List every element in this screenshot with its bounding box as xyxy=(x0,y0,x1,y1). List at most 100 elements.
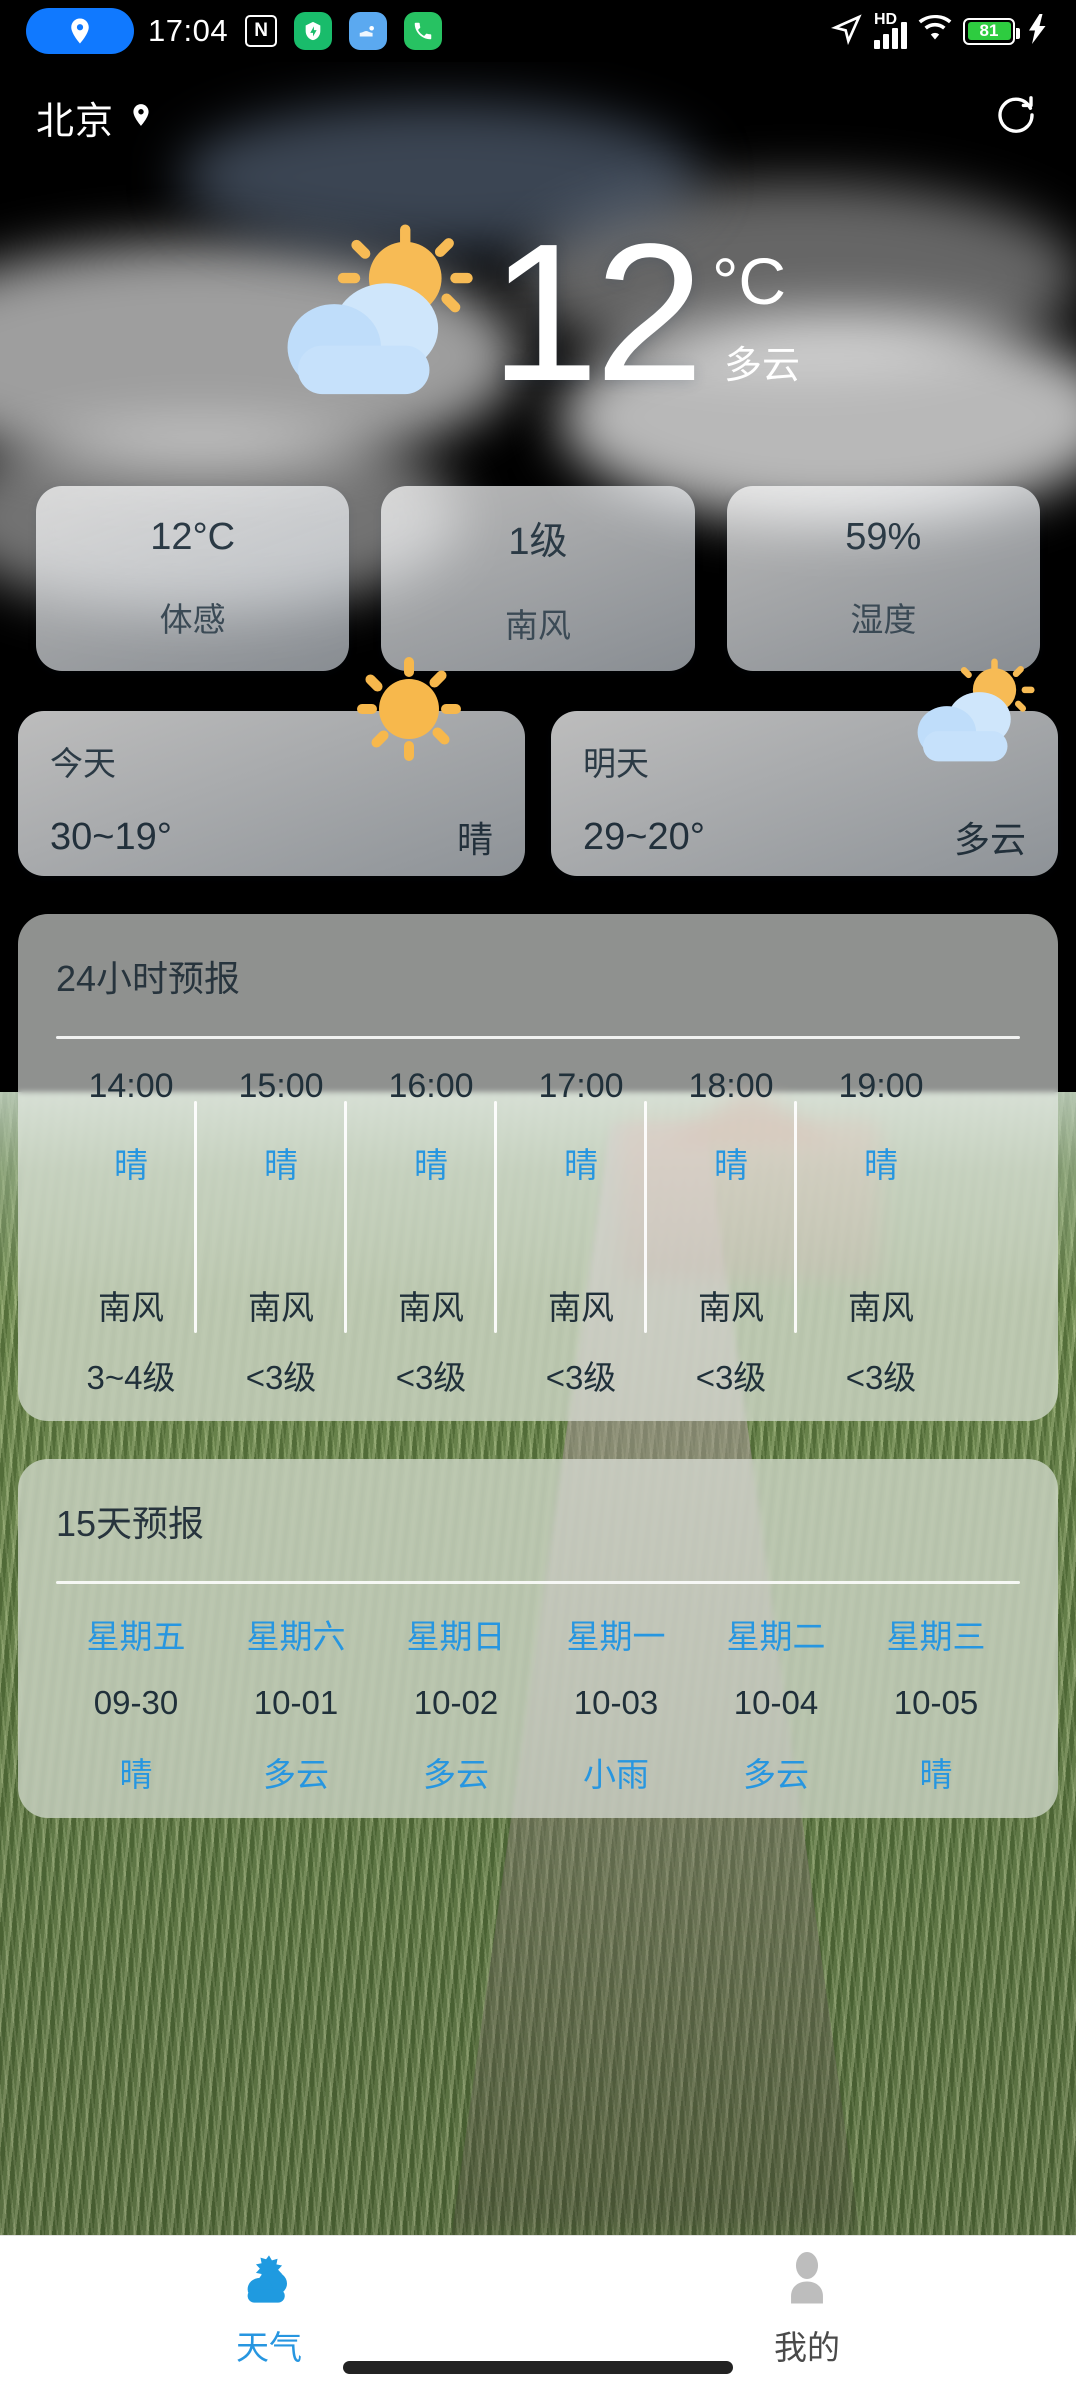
hourly-item[interactable]: 14:00 晴 南风 3~4级 xyxy=(56,1039,206,1399)
metric-label: 体感 xyxy=(159,601,226,638)
day-condition: 晴 xyxy=(919,1756,953,1793)
day-condition: 晴 xyxy=(119,1756,153,1793)
day-card-tomorrow[interactable]: 明天 29~20° 多云 xyxy=(551,658,1058,876)
hourly-item[interactable]: 18:00 晴 南风 <3级 xyxy=(644,1039,806,1399)
hour-time: 19:00 xyxy=(838,1067,924,1105)
hourly-item[interactable]: 17:00 晴 南风 <3级 xyxy=(494,1039,656,1399)
day-date: 10-02 xyxy=(413,1684,499,1721)
location-pin-icon[interactable] xyxy=(128,99,154,136)
metric-cards: 12°C 体感 1级 南风 59% 湿度 xyxy=(0,486,1076,671)
sun-behind-cloud-icon xyxy=(910,653,1040,773)
navigation-icon xyxy=(830,13,863,50)
day-condition: 多云 xyxy=(743,1756,809,1793)
location-pill-icon xyxy=(26,8,134,54)
daily-item[interactable]: 星期六 10-01 多云 xyxy=(216,1610,376,1796)
app-shield-icon xyxy=(294,12,333,50)
hour-time: 14:00 xyxy=(88,1067,174,1105)
metric-card-feels-like[interactable]: 12°C 体感 xyxy=(36,486,350,671)
day-date: 10-05 xyxy=(893,1684,979,1721)
bottom-navigation: 天气 我的 xyxy=(0,2235,1076,2396)
day-card-today[interactable]: 今天 30~19° 晴 xyxy=(18,657,525,876)
hourly-item[interactable]: 15:00 晴 南风 <3级 xyxy=(194,1039,356,1399)
hd-icon: HD xyxy=(874,11,898,28)
nav-item-weather[interactable]: 天气 xyxy=(0,2252,538,2369)
metric-label: 南风 xyxy=(504,607,571,644)
day-label: 明天 xyxy=(583,745,649,782)
day-condition: 多云 xyxy=(423,1756,489,1793)
hour-time: 15:00 xyxy=(238,1067,324,1105)
current-condition: 多云 xyxy=(724,344,801,387)
day-weekday: 星期五 xyxy=(86,1618,186,1655)
day-cards: 今天 30~19° 晴 明天 29~20° 多云 xyxy=(0,657,1076,876)
hour-condition: 晴 xyxy=(414,1147,448,1185)
daily-item[interactable]: 星期五 09-30 晴 xyxy=(56,1610,216,1796)
weather-app: 北京 12 °C 多云 12°C 体感 1级 南风 59% 湿度 今天 30~1… xyxy=(0,62,1076,2235)
day-weekday: 星期六 xyxy=(246,1618,346,1655)
hour-time: 17:00 xyxy=(538,1067,624,1105)
current-temperature: 12 xyxy=(489,202,704,422)
daily-forecast-list[interactable]: 星期五 09-30 晴 星期六 10-01 多云 星期日 10-02 多云 星期… xyxy=(56,1584,1020,1796)
hourly-forecast-title: 24小时预报 xyxy=(56,958,241,999)
daily-item[interactable]: 星期一 10-03 小雨 xyxy=(536,1610,696,1796)
city-name[interactable]: 北京 xyxy=(36,90,114,145)
charging-bolt-icon xyxy=(1026,13,1050,49)
day-date: 09-30 xyxy=(93,1684,179,1721)
status-bar-clock: 17:04 xyxy=(148,13,229,48)
day-weekday: 星期一 xyxy=(566,1618,666,1655)
current-weather: 12 °C 多云 xyxy=(0,172,1076,472)
daily-item[interactable]: 星期二 10-04 多云 xyxy=(696,1610,856,1796)
daily-item[interactable]: 星期三 10-05 晴 xyxy=(856,1610,1016,1796)
day-date: 10-03 xyxy=(573,1684,659,1721)
metric-label: 湿度 xyxy=(850,601,917,638)
app-phone-icon xyxy=(404,12,443,50)
hour-wind: 南风 xyxy=(848,1289,914,1326)
nav-label-weather: 天气 xyxy=(236,2329,302,2366)
status-bar-left: 17:04 N xyxy=(26,8,443,54)
hour-condition: 晴 xyxy=(714,1147,748,1185)
hourly-forecast-list[interactable]: 14:00 晴 南风 3~4级 15:00 晴 南风 <3级 16:00 晴 南… xyxy=(56,1039,1020,1399)
nfc-icon: N xyxy=(245,15,278,47)
hour-condition: 晴 xyxy=(864,1147,898,1185)
day-condition: 多云 xyxy=(953,819,1026,860)
daily-item[interactable]: 星期日 10-02 多云 xyxy=(376,1610,536,1796)
nav-label-mine: 我的 xyxy=(774,2329,840,2366)
hour-time: 18:00 xyxy=(688,1067,774,1105)
hour-condition: 晴 xyxy=(114,1147,148,1185)
hour-wind-level: <3级 xyxy=(845,1359,917,1396)
hour-wind: 南风 xyxy=(98,1289,164,1326)
wifi-icon xyxy=(918,14,952,48)
day-temp-range: 29~20° xyxy=(583,815,705,858)
metric-card-humidity[interactable]: 59% 湿度 xyxy=(726,486,1040,671)
hourly-item[interactable]: 19:00 晴 南风 <3级 xyxy=(794,1039,956,1399)
hour-wind: 南风 xyxy=(698,1289,764,1326)
battery-icon: 81 xyxy=(963,17,1020,45)
hour-wind: 南风 xyxy=(398,1289,464,1326)
nav-item-mine[interactable]: 我的 xyxy=(538,2252,1076,2369)
day-condition: 小雨 xyxy=(583,1756,649,1793)
day-weekday: 星期二 xyxy=(726,1618,826,1655)
hour-wind-level: <3级 xyxy=(395,1359,467,1396)
hour-wind-level: <3级 xyxy=(545,1359,617,1396)
hour-wind: 南风 xyxy=(248,1289,314,1326)
hour-time: 16:00 xyxy=(388,1067,474,1105)
metric-value: 1级 xyxy=(508,521,568,563)
day-condition: 多云 xyxy=(263,1756,329,1793)
hourly-forecast-card: 24小时预报 14:00 晴 南风 3~4级 15:00 晴 南风 <3级 16… xyxy=(18,914,1058,1421)
hour-wind-level: 3~4级 xyxy=(86,1359,176,1396)
refresh-icon[interactable] xyxy=(992,91,1040,144)
day-temp-range: 30~19° xyxy=(50,815,172,858)
status-bar-right: HD 81 xyxy=(830,11,1050,50)
daily-forecast-title: 15天预报 xyxy=(56,1503,205,1544)
metric-card-wind[interactable]: 1级 南风 xyxy=(381,486,695,671)
metric-value: 59% xyxy=(845,516,922,558)
hourly-item[interactable]: 16:00 晴 南风 <3级 xyxy=(344,1039,506,1399)
hour-wind-level: <3级 xyxy=(245,1359,317,1396)
battery-level: 81 xyxy=(967,21,1011,40)
day-weekday: 星期日 xyxy=(406,1618,506,1655)
day-condition: 晴 xyxy=(456,819,493,860)
metric-value: 12°C xyxy=(150,516,236,558)
hour-condition: 晴 xyxy=(264,1147,298,1185)
home-indicator[interactable] xyxy=(343,2361,733,2374)
day-date: 10-04 xyxy=(733,1684,819,1721)
app-mail-icon xyxy=(349,12,388,50)
